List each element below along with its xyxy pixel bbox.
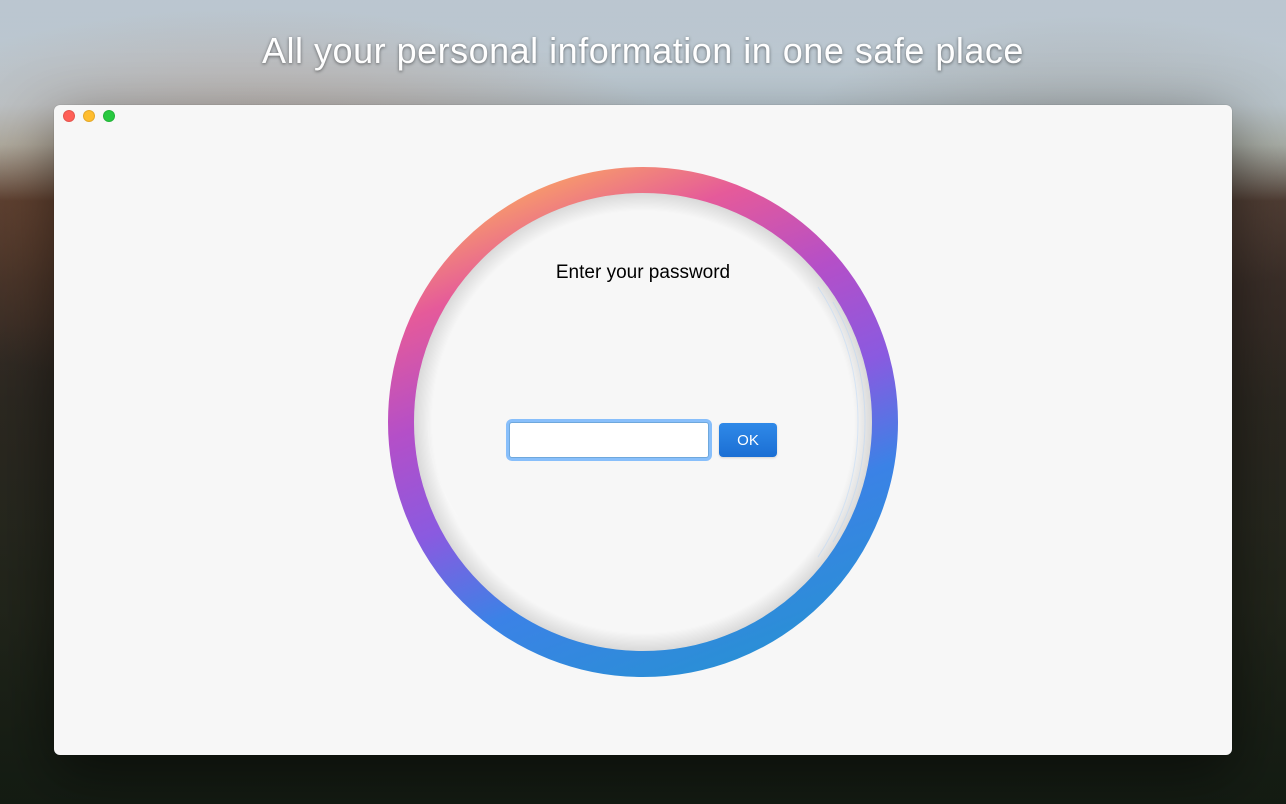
window-titlebar[interactable]: [54, 105, 1232, 127]
window-minimize-button[interactable]: [83, 110, 95, 122]
app-window: Enter your password OK: [54, 105, 1232, 755]
password-prompt-area: Enter your password OK: [388, 172, 898, 682]
password-input[interactable]: [509, 422, 709, 458]
window-close-button[interactable]: [63, 110, 75, 122]
ok-button[interactable]: OK: [719, 423, 777, 457]
marketing-headline: All your personal information in one saf…: [0, 30, 1286, 72]
window-content: Enter your password OK: [54, 127, 1232, 755]
window-zoom-button[interactable]: [103, 110, 115, 122]
password-input-row: OK: [509, 422, 777, 458]
password-prompt-label: Enter your password: [556, 262, 730, 284]
